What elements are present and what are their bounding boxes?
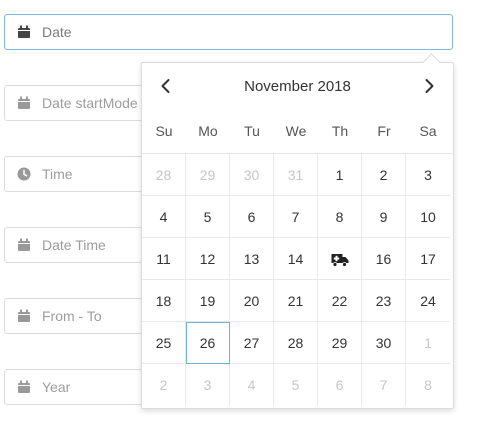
calendar-day[interactable]: 20 bbox=[230, 280, 274, 322]
calendar-day[interactable]: 31 bbox=[274, 154, 318, 196]
calendar-day[interactable]: 7 bbox=[274, 196, 318, 238]
calendar-day[interactable]: 6 bbox=[230, 196, 274, 238]
calendar-day[interactable]: 4 bbox=[230, 364, 274, 406]
calendar-day[interactable]: 10 bbox=[406, 196, 450, 238]
calendar-icon bbox=[17, 309, 31, 323]
calendar-day-today[interactable]: 26 bbox=[186, 322, 230, 364]
weekday-label: Th bbox=[331, 123, 349, 139]
ambulance-icon bbox=[331, 254, 348, 268]
calendar-day[interactable]: 2 bbox=[142, 364, 186, 406]
calendar-day[interactable]: 4 bbox=[142, 196, 186, 238]
calendar-day[interactable]: 16 bbox=[362, 238, 406, 280]
weekday-label: Tu bbox=[244, 123, 260, 139]
date-time-placeholder: Date Time bbox=[42, 237, 106, 253]
weekday-label: Mo bbox=[198, 123, 218, 139]
calendar-day[interactable]: 29 bbox=[186, 154, 230, 196]
calendar-day[interactable]: 9 bbox=[362, 196, 406, 238]
calendar-day[interactable]: 18 bbox=[142, 280, 186, 322]
weekday-label: Sa bbox=[419, 123, 437, 139]
calendar-day[interactable]: 24 bbox=[406, 280, 450, 322]
calendar-day[interactable]: 5 bbox=[186, 196, 230, 238]
year-placeholder: Year bbox=[42, 379, 71, 395]
calendar-icon bbox=[17, 380, 31, 394]
calendar-day[interactable]: 28 bbox=[142, 154, 186, 196]
calendar-day[interactable]: 1 bbox=[318, 154, 362, 196]
calendar-day[interactable]: 5 bbox=[274, 364, 318, 406]
calendar-header: November 2018 bbox=[142, 63, 453, 109]
calendar-day[interactable]: 30 bbox=[362, 322, 406, 364]
calendar-day[interactable] bbox=[318, 238, 362, 280]
calendar-day[interactable]: 17 bbox=[406, 238, 450, 280]
clock-icon bbox=[17, 167, 31, 181]
calendar-popup: November 2018 Su Mo Tu We Th Fr Sa 28 29 3… bbox=[141, 62, 454, 409]
calendar-day[interactable]: 22 bbox=[318, 280, 362, 322]
calendar-day[interactable]: 23 bbox=[362, 280, 406, 322]
date-start-mode-placeholder: Date startMode bbox=[42, 95, 138, 111]
calendar-day[interactable]: 2 bbox=[362, 154, 406, 196]
calendar-day[interactable]: 3 bbox=[186, 364, 230, 406]
weekday-label: Fr bbox=[377, 123, 391, 139]
date-input[interactable]: Date bbox=[4, 14, 453, 50]
calendar-day[interactable]: 6 bbox=[318, 364, 362, 406]
calendar-day[interactable]: 12 bbox=[186, 238, 230, 280]
calendar-day[interactable]: 13 bbox=[230, 238, 274, 280]
calendar-day[interactable]: 1 bbox=[406, 322, 450, 364]
date-input-placeholder: Date bbox=[42, 24, 72, 40]
calendar-day[interactable]: 8 bbox=[406, 364, 450, 406]
chevron-right-icon bbox=[425, 79, 434, 93]
calendar-day[interactable]: 7 bbox=[362, 364, 406, 406]
from-to-placeholder: From - To bbox=[42, 308, 102, 324]
next-month-button[interactable] bbox=[421, 77, 437, 95]
month-label[interactable]: November 2018 bbox=[142, 78, 453, 95]
calendar-day[interactable]: 3 bbox=[406, 154, 450, 196]
calendar-day[interactable]: 8 bbox=[318, 196, 362, 238]
calendar-day[interactable]: 25 bbox=[142, 322, 186, 364]
calendar-day[interactable]: 11 bbox=[142, 238, 186, 280]
calendar-day[interactable]: 30 bbox=[230, 154, 274, 196]
weekday-label: Su bbox=[155, 123, 173, 139]
calendar-day[interactable]: 14 bbox=[274, 238, 318, 280]
calendar-day[interactable]: 27 bbox=[230, 322, 274, 364]
calendar-day[interactable]: 29 bbox=[318, 322, 362, 364]
calendar-day[interactable]: 28 bbox=[274, 322, 318, 364]
calendar-day[interactable]: 19 bbox=[186, 280, 230, 322]
calendar-day[interactable]: 21 bbox=[274, 280, 318, 322]
weekday-label: We bbox=[285, 123, 307, 139]
calendar-icon bbox=[17, 25, 31, 39]
calendar-icon bbox=[17, 238, 31, 252]
calendar-grid: 28 29 30 31 1 2 3 4 5 6 7 8 9 10 11 12 13 14 16 17 18 19 20 21 2… bbox=[142, 153, 453, 406]
time-placeholder: Time bbox=[42, 166, 73, 182]
calendar-icon bbox=[17, 96, 31, 110]
